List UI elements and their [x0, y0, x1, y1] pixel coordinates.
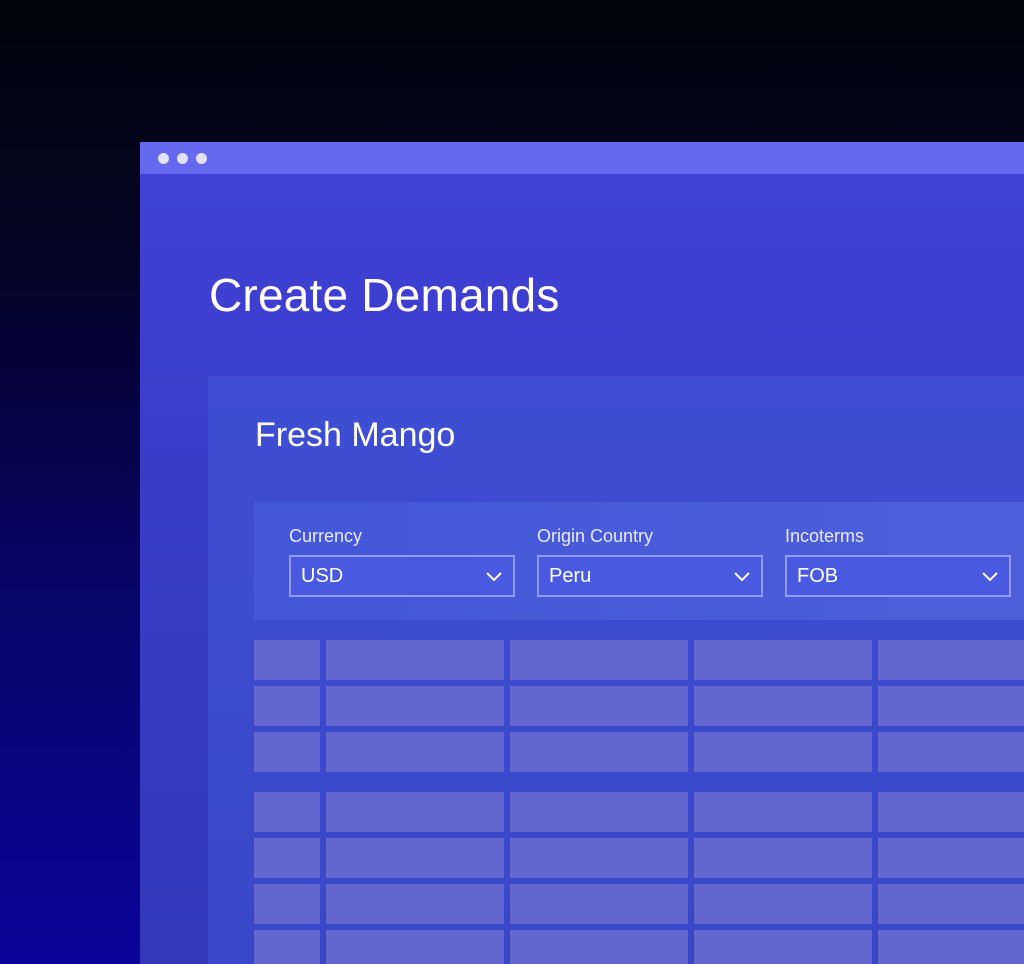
table-cell	[510, 732, 688, 772]
table-cell	[878, 686, 1024, 726]
table-cell	[510, 930, 688, 964]
table-cell	[254, 640, 320, 680]
table-cell	[878, 838, 1024, 878]
table-cell	[694, 686, 872, 726]
origin-country-field: Origin Country Peru	[537, 526, 763, 597]
table-cell	[326, 838, 504, 878]
table-cell	[326, 884, 504, 924]
chevron-down-icon	[734, 572, 750, 582]
table-cell	[878, 930, 1024, 964]
chevron-down-icon	[982, 572, 998, 582]
table-cell	[878, 884, 1024, 924]
table-cell	[694, 838, 872, 878]
product-card: Fresh Mango Currency USD Origin Country …	[208, 376, 1024, 964]
table-cell	[510, 838, 688, 878]
table-cell	[694, 884, 872, 924]
table-cell	[510, 884, 688, 924]
table-cell	[878, 732, 1024, 772]
incoterms-select[interactable]: FOB	[785, 555, 1011, 597]
table-cell	[326, 732, 504, 772]
incoterms-field: Incoterms FOB	[785, 526, 1011, 597]
table-cell	[326, 930, 504, 964]
product-title: Fresh Mango	[255, 416, 456, 454]
origin-country-label: Origin Country	[537, 526, 654, 546]
table-placeholder-1	[254, 640, 1024, 772]
page-title: Create Demands	[209, 269, 560, 321]
currency-select[interactable]: USD	[289, 555, 515, 597]
window-control-dot[interactable]	[196, 152, 207, 164]
table-cell	[254, 686, 320, 726]
incoterms-value: FOB	[797, 564, 839, 587]
table-cell	[510, 686, 688, 726]
table-cell	[694, 640, 872, 680]
table-cell	[254, 884, 320, 924]
table-cell	[254, 838, 320, 878]
table-placeholder-2	[254, 792, 1024, 964]
table-cell	[878, 640, 1024, 680]
window-control-dot[interactable]	[177, 152, 188, 164]
origin-country-value: Peru	[549, 564, 592, 587]
table-cell	[878, 792, 1024, 832]
table-cell	[326, 686, 504, 726]
table-cell	[326, 792, 504, 832]
table-cell	[254, 732, 320, 772]
table-cell	[694, 930, 872, 964]
incoterms-label: Incoterms	[785, 526, 865, 546]
table-cell	[694, 792, 872, 832]
table-cell	[326, 640, 504, 680]
table-cell	[510, 640, 688, 680]
currency-label: Currency	[289, 526, 363, 546]
table-cell	[254, 930, 320, 964]
app-window: Create Demands Fresh Mango Currency USD …	[140, 142, 1024, 964]
chevron-down-icon	[486, 572, 502, 582]
window-titlebar	[140, 142, 1024, 174]
currency-field: Currency USD	[289, 526, 515, 597]
table-cell	[694, 732, 872, 772]
table-cell	[254, 792, 320, 832]
filters-bar: Currency USD Origin Country Peru Incoter…	[254, 502, 1024, 620]
currency-value: USD	[301, 564, 344, 587]
origin-country-select[interactable]: Peru	[537, 555, 763, 597]
table-cell	[510, 792, 688, 832]
window-control-dot[interactable]	[158, 152, 169, 164]
